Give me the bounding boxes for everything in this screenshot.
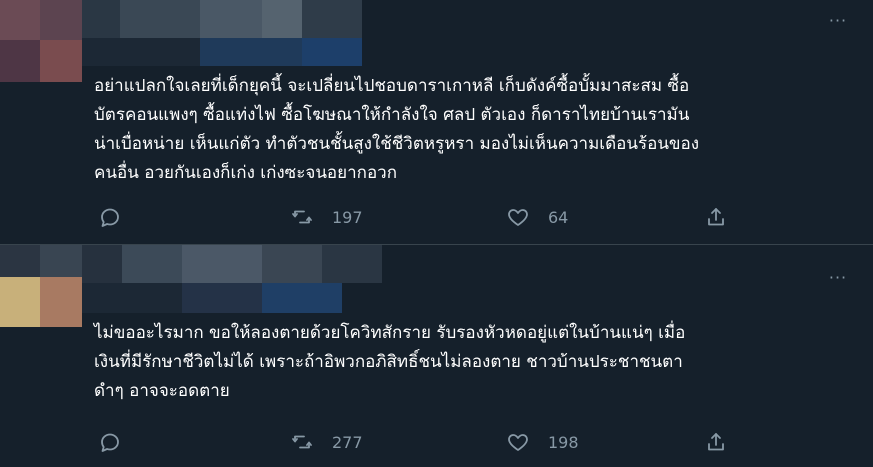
reply-icon: [101, 433, 119, 452]
author-name-blurred[interactable]: [82, 0, 362, 70]
tweet-actions: 277 198: [94, 427, 834, 457]
avatar[interactable]: [0, 0, 82, 82]
like-button[interactable]: 64: [506, 202, 568, 232]
retweet-icon: [292, 210, 312, 224]
tweet-actions: 197 64: [94, 202, 834, 232]
retweet-icon: [292, 435, 312, 449]
like-count: 64: [548, 207, 569, 227]
reply-icon: [101, 208, 119, 227]
share-button[interactable]: [704, 427, 728, 457]
like-button[interactable]: 198: [506, 427, 579, 457]
tweet-text: อย่าแปลกใจเลยที่เด็กยุคนี้ จะเปลี่ยนไปชอ…: [94, 76, 700, 183]
reply-button[interactable]: [98, 202, 140, 232]
like-count: 198: [548, 432, 579, 452]
heart-icon: [508, 434, 528, 451]
retweet-button[interactable]: 197: [290, 202, 363, 232]
share-icon: [708, 208, 724, 226]
reply-button[interactable]: [98, 427, 140, 457]
retweet-count: 197: [332, 207, 363, 227]
retweet-count: 277: [332, 432, 363, 452]
more-options-button[interactable]: ···: [821, 10, 855, 30]
share-icon: [708, 433, 724, 451]
retweet-button[interactable]: 277: [290, 427, 363, 457]
tweet[interactable]: ··· ไม่ขออะไรมาก ขอให้ลองตายด้วยโควิทสัก…: [0, 245, 873, 467]
more-options-button[interactable]: ···: [821, 267, 855, 287]
tweet-text: ไม่ขออะไรมาก ขอให้ลองตายด้วยโควิทสักราย …: [94, 323, 686, 401]
tweet[interactable]: ··· อย่าแปลกใจเลยที่เด็กยุคนี้ จะเปลี่ยน…: [0, 0, 873, 244]
avatar[interactable]: [0, 245, 82, 327]
heart-icon: [508, 209, 528, 226]
share-button[interactable]: [704, 202, 728, 232]
author-name-blurred[interactable]: [82, 245, 382, 317]
